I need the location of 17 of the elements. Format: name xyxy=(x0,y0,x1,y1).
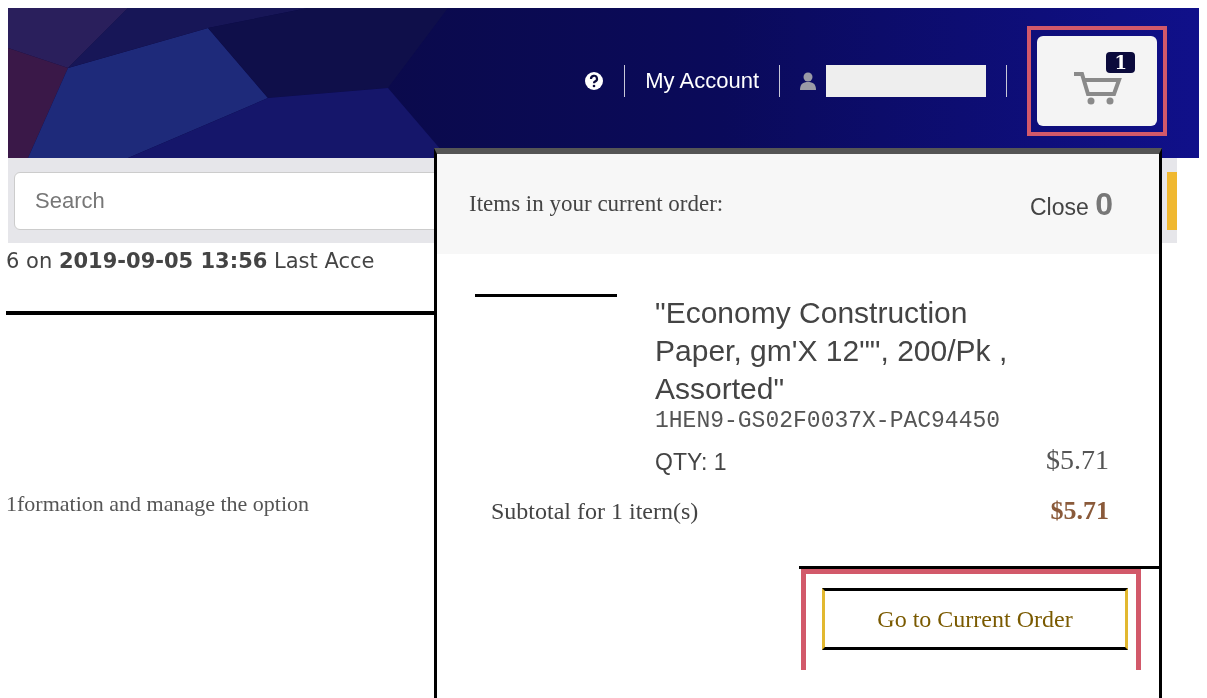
quantity-text: QTY: 1 xyxy=(655,449,727,476)
description-text: 1formation and manage the option xyxy=(6,491,310,517)
my-account-link[interactable]: My Account xyxy=(645,68,759,94)
cart-count-badge: 1 xyxy=(1106,52,1135,73)
product-sku: 1HEN9-GS02F0037X-PAC94450 xyxy=(655,408,1002,434)
dropdown-title: Items in your current order: xyxy=(469,191,724,217)
subtotal-label: Subtotal for 1 itern(s) xyxy=(491,497,699,525)
item-price: $5.71 xyxy=(1046,444,1109,476)
go-to-order-button[interactable]: Go to Current Order xyxy=(822,588,1128,650)
user-icon xyxy=(800,72,816,90)
subtotal-amount: $5.71 xyxy=(1050,496,1109,526)
product-name: "Economy Construction Paper, gm'X 12"", 200/Pk , Assorted" xyxy=(655,295,1009,407)
cart-button[interactable]: 1 xyxy=(1037,36,1157,126)
help-icon[interactable] xyxy=(584,71,605,91)
last-login-text: 6 on 2019-09-05 13:56 Last Acce xyxy=(6,249,375,273)
cart-icon xyxy=(1072,70,1122,106)
close-button[interactable]: Close 0 xyxy=(1024,184,1119,224)
